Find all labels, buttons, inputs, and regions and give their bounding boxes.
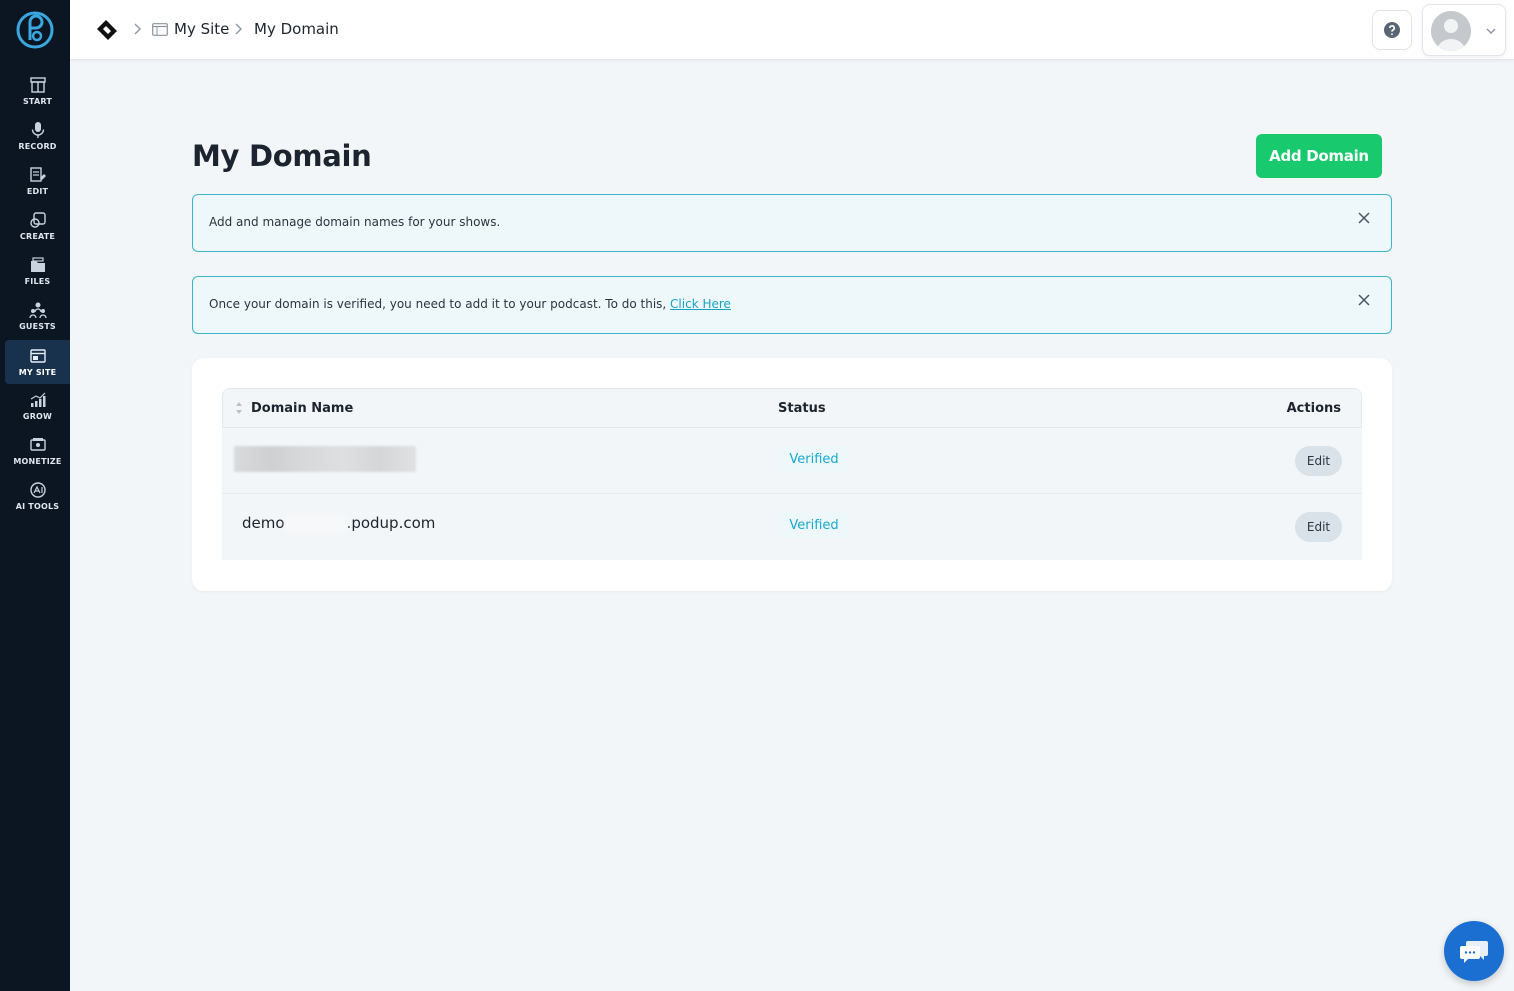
avatar <box>1431 11 1471 51</box>
edit-icon <box>29 167 46 182</box>
brand-logo-icon[interactable] <box>94 17 120 43</box>
site-icon <box>152 23 168 36</box>
my-site-icon <box>29 349 46 363</box>
grow-icon <box>30 392 45 407</box>
domain-suffix: .podup.com <box>346 514 436 532</box>
sidebar-item-guests[interactable]: GUESTS <box>5 294 70 338</box>
start-icon <box>29 77 46 93</box>
sidebar-item-label: AI TOOLS <box>15 502 60 511</box>
help-button[interactable] <box>1372 10 1412 50</box>
sidebar-item-label: GUESTS <box>19 322 56 331</box>
table-row: demo .podup.com Verified Edit <box>222 494 1362 560</box>
sidebar-item-files[interactable]: FILES <box>5 249 70 293</box>
files-icon <box>30 257 45 272</box>
column-header-status: Status <box>778 401 826 416</box>
table-row: Verified Edit <box>222 428 1362 494</box>
table-header: Domain Name Status Actions <box>222 388 1362 428</box>
page-title: My Domain <box>192 139 372 173</box>
column-header-actions: Actions <box>1286 401 1341 416</box>
domain-name: demo .podup.com <box>242 514 435 533</box>
status-badge: Verified <box>778 512 850 538</box>
sidebar-item-record[interactable]: RECORD <box>5 114 70 158</box>
edit-button[interactable]: Edit <box>1295 446 1342 476</box>
redacted-domain <box>234 446 416 472</box>
domains-table: Domain Name Status Actions Verified Edit… <box>222 388 1362 560</box>
sidebar-item-label: GROW <box>22 412 53 421</box>
sidebar-item-monetize[interactable]: MONETIZE <box>5 429 70 473</box>
top-header: My Site My Domain <box>70 0 1514 60</box>
sidebar-item-ai-tools[interactable]: AI TOOLS <box>5 474 70 518</box>
create-icon <box>29 212 46 228</box>
notice-text: Once your domain is verified, you need t… <box>209 297 731 311</box>
chat-icon <box>1460 941 1488 963</box>
sidebar-item-edit[interactable]: EDIT <box>5 159 70 203</box>
ai-tools-icon <box>29 482 46 498</box>
sidebar-item-label: FILES <box>24 277 51 286</box>
edit-button[interactable]: Edit <box>1295 512 1342 542</box>
sidebar-item-label: MY SITE <box>18 368 57 377</box>
chevron-right-icon <box>134 23 141 35</box>
sidebar-item-label: EDIT <box>26 187 49 196</box>
column-header-domain-name[interactable]: Domain Name <box>251 401 353 416</box>
app-root: START RECORD EDIT CREATE FILES GUESTS MY… <box>0 0 1514 991</box>
sort-icon[interactable] <box>235 401 243 415</box>
sidebar-item-start[interactable]: START <box>5 69 70 113</box>
sidebar: START RECORD EDIT CREATE FILES GUESTS MY… <box>0 0 70 991</box>
verification-notice: Once your domain is verified, you need t… <box>192 276 1392 334</box>
sidebar-item-label: RECORD <box>18 142 57 151</box>
guests-icon <box>28 302 47 319</box>
sidebar-item-my-site[interactable]: MY SITE <box>5 340 70 384</box>
app-logo-icon[interactable] <box>15 10 55 50</box>
domain-prefix: demo <box>242 514 285 532</box>
sidebar-item-label: START <box>22 97 53 106</box>
sidebar-item-label: CREATE <box>19 232 56 241</box>
microphone-icon <box>31 122 44 138</box>
chevron-right-icon <box>235 23 242 35</box>
breadcrumb-my-site[interactable]: My Site <box>174 20 229 38</box>
profile-menu-button[interactable] <box>1422 4 1506 56</box>
close-icon[interactable] <box>1357 293 1371 307</box>
sidebar-item-grow[interactable]: GROW <box>5 384 70 428</box>
monetize-icon <box>29 438 46 451</box>
help-icon <box>1384 22 1400 38</box>
chat-widget-button[interactable] <box>1444 921 1504 981</box>
chevron-down-icon <box>1486 28 1496 34</box>
redacted-domain <box>284 514 347 533</box>
close-icon[interactable] <box>1357 211 1371 225</box>
status-badge: Verified <box>778 446 850 472</box>
add-domain-button[interactable]: Add Domain <box>1256 134 1382 178</box>
breadcrumb-my-domain: My Domain <box>254 20 339 38</box>
notice-text-body: Once your domain is verified, you need t… <box>209 297 671 311</box>
sidebar-item-label: MONETIZE <box>13 457 62 466</box>
sidebar-item-create[interactable]: CREATE <box>5 204 70 248</box>
info-notice: Add and manage domain names for your sho… <box>192 194 1392 252</box>
click-here-link[interactable]: Click Here <box>670 297 731 311</box>
notice-text: Add and manage domain names for your sho… <box>209 215 501 229</box>
domains-card: Domain Name Status Actions Verified Edit… <box>192 358 1392 591</box>
